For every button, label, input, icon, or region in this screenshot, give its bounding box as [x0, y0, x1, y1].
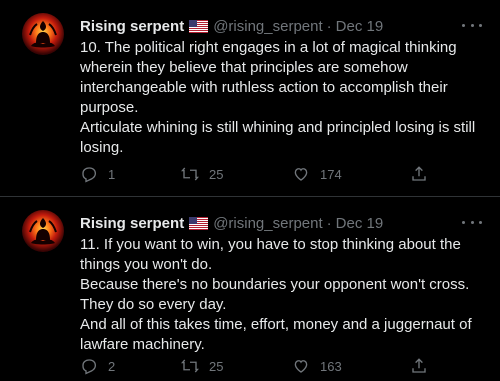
avatar[interactable]: [22, 210, 64, 252]
display-name[interactable]: Rising serpent: [80, 215, 184, 232]
tweet-text: 10. The political right engages in a lot…: [80, 38, 490, 158]
tweet-text-line: And all of this takes time, effort, mone…: [80, 316, 472, 333]
reply-icon: [82, 359, 97, 375]
separator-dot: ·: [326, 17, 332, 35]
reply-button[interactable]: 1: [80, 165, 115, 183]
us-flag-icon: [189, 216, 209, 230]
retweet-count: 25: [209, 166, 224, 182]
tweet-date[interactable]: Dec 19: [336, 18, 384, 35]
tweet-text-line: purpose.: [80, 99, 139, 116]
us-flag-icon: [189, 19, 209, 33]
tweet[interactable]: Rising serpent @rising_serpent · Dec 19 …: [0, 0, 500, 196]
user-handle[interactable]: @rising_serpent: [213, 18, 322, 35]
share-icon: [412, 166, 426, 181]
retweet-icon: [181, 359, 199, 373]
more-icon[interactable]: [462, 18, 482, 32]
tweet-date[interactable]: Dec 19: [336, 215, 384, 232]
tweet-text-line: interchangeable with ruthless action to …: [80, 79, 448, 96]
separator-dot: ·: [326, 214, 332, 232]
retweet-button[interactable]: 25: [181, 357, 223, 375]
tweet-text-line: lawfare machinery.: [80, 336, 205, 353]
retweet-count: 25: [209, 358, 224, 374]
tweet-header: Rising serpent @rising_serpent · Dec 19: [80, 16, 480, 36]
like-button[interactable]: 174: [292, 165, 342, 183]
tweet-text-line: 11. If you want to win, you have to stop…: [80, 236, 461, 253]
reply-count: 2: [108, 358, 116, 374]
tweet-text-line: Articulate whining is still whining and …: [80, 119, 476, 136]
like-count: 163: [320, 358, 342, 374]
share-icon: [412, 358, 426, 373]
tweet-text-line: They do so every day.: [80, 296, 227, 313]
tweet-text-line: losing.: [80, 139, 124, 156]
display-name[interactable]: Rising serpent: [80, 18, 184, 35]
like-button[interactable]: 163: [292, 357, 342, 375]
heart-icon: [294, 168, 308, 181]
tweet-header: Rising serpent @rising_serpent · Dec 19: [80, 213, 480, 233]
reply-count: 1: [108, 166, 116, 182]
tweet-text-line: Because there's no boundaries your oppon…: [80, 276, 470, 293]
tweet-text-line: things you won't do.: [80, 256, 213, 273]
retweet-icon: [181, 167, 199, 181]
retweet-button[interactable]: 25: [181, 165, 223, 183]
tweet-text: 11. If you want to win, you have to stop…: [80, 235, 490, 355]
tweet[interactable]: Rising serpent @rising_serpent · Dec 19 …: [0, 197, 500, 381]
tweet-actions: 1 25 174: [80, 165, 480, 185]
tweet-text-line: 10. The political right engages in a lot…: [80, 39, 457, 56]
share-button[interactable]: [410, 165, 428, 183]
like-count: 174: [320, 166, 342, 182]
tweet-text-line: wherein they believe that principles are…: [80, 59, 408, 76]
share-button[interactable]: [410, 357, 428, 375]
reply-button[interactable]: 2: [80, 357, 115, 375]
more-icon[interactable]: [462, 215, 482, 229]
reply-icon: [82, 167, 97, 183]
heart-icon: [294, 360, 308, 373]
avatar[interactable]: [22, 13, 64, 55]
tweet-actions: 2 25 163: [80, 357, 480, 377]
user-handle[interactable]: @rising_serpent: [213, 215, 322, 232]
